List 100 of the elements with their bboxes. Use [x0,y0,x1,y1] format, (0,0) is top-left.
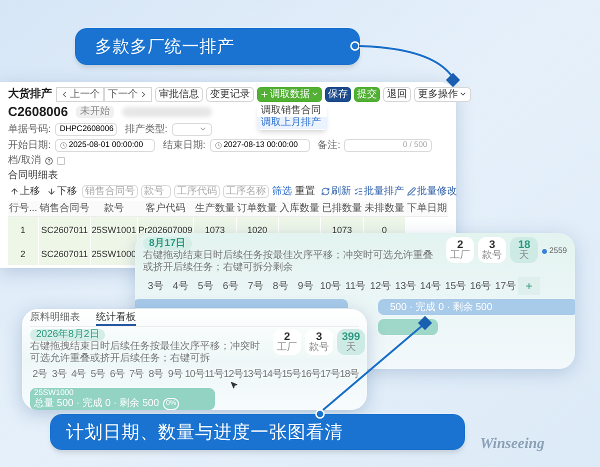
day-label: 10号 [184,368,204,382]
stat-value: 399 [342,332,360,342]
day-label: 10号 [318,280,342,294]
tab[interactable]: 原料明细表 [30,311,80,326]
section-title: 合同明细表 [8,169,59,182]
bar-title: 25SW1000 [34,388,75,398]
pen-icon [407,187,416,196]
day-label: 6号 [108,368,126,382]
clock-icon [214,142,222,148]
action-button[interactable]: 保存 [325,86,351,102]
day-label: 13号 [394,280,418,294]
nav-button[interactable]: 下一个 [104,86,152,102]
table-cell: 25SW1000 [92,249,136,259]
action-button[interactable]: 审批信息 [155,86,203,102]
day-label: 4号 [172,280,190,294]
window-title: 大货排产 [8,86,52,102]
day-label: 6号 [222,280,240,294]
day-label: 7号 [128,368,145,382]
bar-text: 500 · 完成 0 · 剩余 500 [390,300,492,314]
date-badge: 8月17日 [143,237,192,250]
chevron-down-icon [198,125,207,133]
table-cell: Pr202607009 [138,225,192,235]
menu-item[interactable]: 调取上月排产 [257,116,327,128]
tab[interactable]: 统计看板 [96,311,136,326]
move-button[interactable]: 上移 [8,184,42,199]
legend-label: 2559 [549,245,567,257]
chevron-right-icon [139,90,148,98]
day-label: 17号 [320,368,340,382]
table-cell: 25SW1001 [92,225,136,235]
stat-label: 工厂 [277,342,297,352]
refresh-icon [321,187,330,196]
day-label: 18号 [340,368,360,382]
day-label: 17号 [494,280,518,294]
day-label: 8号 [148,368,164,382]
column-header: 下单日期 [406,201,448,216]
arrow-down-icon [47,187,56,196]
field-label: 开始日期: [8,138,51,152]
arrow-up-icon [10,187,19,196]
date-field[interactable]: 2025-08-01 00:00:00 [54,138,155,152]
day-label: 7号 [246,280,264,294]
day-label: 11号 [344,280,367,294]
hint-text: 右键拖拽结束日时后续任务按最佳次序平移；冲突时可选允许重叠或挤开后续任务；右键可拆 [30,341,261,365]
table-cell: 1 [20,225,26,235]
input-field[interactable]: DHPC2608006 [54,122,117,136]
day-label: 8号 [272,280,290,294]
toolbar-button[interactable]: 刷新 [321,184,351,199]
stat-label: 天 [519,250,530,260]
filter-field[interactable]: 款号 [141,185,171,198]
select-field[interactable] [172,122,212,136]
stat-value: 3 [316,332,322,342]
toolbar-button[interactable]: 批量排产 [354,184,404,199]
table-cell: 0 [382,225,387,235]
day-label: 12号 [368,280,392,294]
table-cell: 1073 [204,225,225,235]
checkbox[interactable] [56,156,65,164]
nav-button[interactable]: 上一个 [56,86,104,102]
status-badge: 未开始 [76,106,114,118]
date-field[interactable]: 2027-08-13 00:00:00 [210,138,310,152]
filter-field[interactable]: 销售合同号 [82,185,138,198]
hint-text: 右键拖动结束日时后续任务按最佳次序平移；冲突时可选允许重叠或挤开后续任务；右键可拆分剩余 [143,250,433,274]
stat-value: 2 [284,332,290,342]
help-icon [44,156,53,164]
stat-label: 款号 [309,342,329,352]
day-label: 5号 [90,368,106,382]
stat-label: 天 [346,342,356,352]
table-cell: SC2607011 [41,249,88,259]
clock-icon [60,142,67,148]
day-label: 13号 [242,368,262,382]
day-label: 5号 [196,280,214,294]
action-button[interactable]: 退回 [383,86,411,102]
day-label: 9号 [167,368,184,382]
toolbar-button[interactable]: 批量修改 [407,184,457,199]
stat-label: 工厂 [450,250,470,260]
day-label: 15号 [282,368,302,382]
action-button[interactable]: 变更记录 [206,86,254,102]
day-label: 3号 [50,368,68,382]
filter-link[interactable]: 筛选 [272,184,292,199]
date-badge: 2026年8月2日 [30,329,106,341]
day-label: 16号 [301,368,320,382]
stat-value: 3 [489,240,496,250]
table-cell: SC2607011 [41,225,88,235]
field-label: 结束日期: [162,138,206,152]
day-label: 9号 [296,280,314,294]
field-label: 排产类型: [124,122,168,136]
day-label: 12号 [224,368,243,382]
menu-item[interactable]: 调取销售合同 [257,104,327,116]
bar-detail: 总量 500 · 完成 0 · 剩余 500 [34,399,160,409]
option-label: 档/取消 [8,154,41,168]
day-label: 2号 [31,368,48,382]
reset-button[interactable]: 重置 [295,184,315,199]
chevron-left-icon [60,90,69,98]
action-button[interactable]: 更多操作 [414,86,471,102]
list-icon [354,187,363,196]
stat-label: 款号 [482,250,502,260]
stat-value: 18 [518,240,530,250]
callout-text: 计划日期、数量与进度一张图看清 [66,420,343,444]
move-button[interactable]: 下移 [45,184,79,199]
table-cell: 2 [20,249,26,259]
table-cell: 1020 [247,225,268,235]
field-label: 备注: [318,138,340,152]
